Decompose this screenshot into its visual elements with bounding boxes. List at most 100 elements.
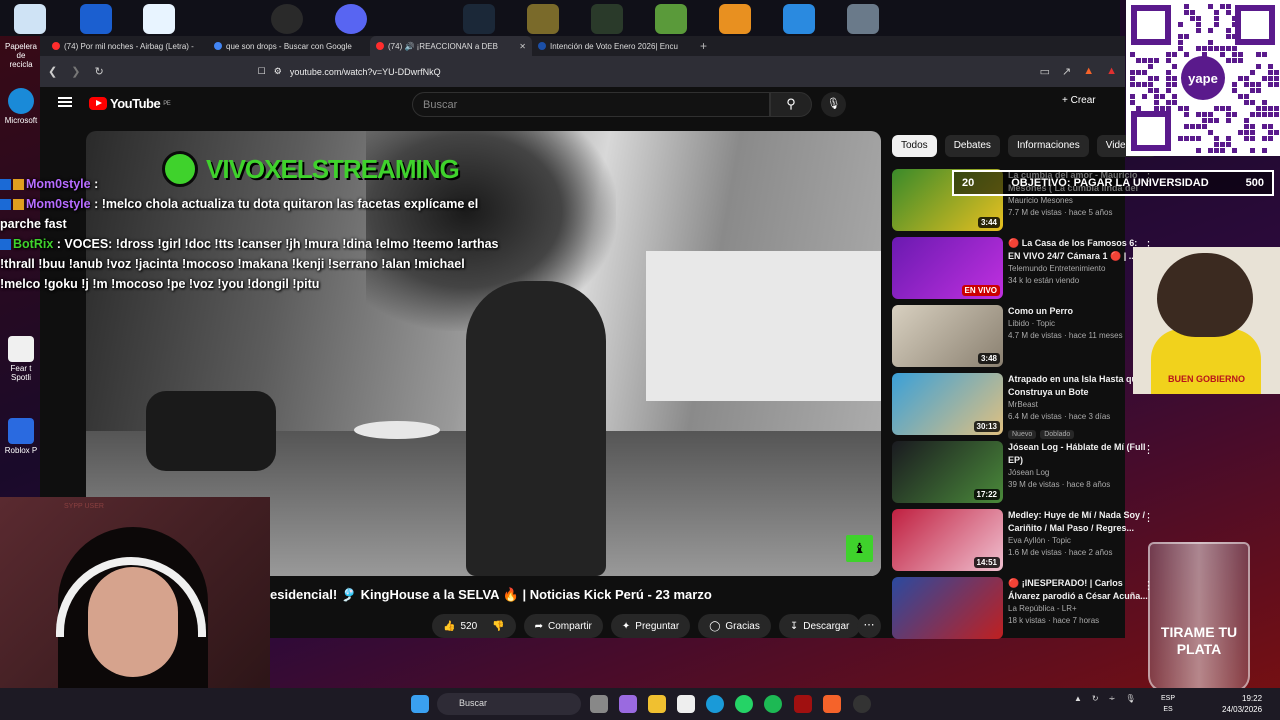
sync-icon[interactable]: ↻ bbox=[1092, 694, 1099, 703]
discord-icon[interactable] bbox=[335, 4, 367, 34]
browser-tab[interactable]: (74) Por mil noches - Airbag (Letra) - bbox=[46, 36, 208, 56]
whatsapp-icon[interactable] bbox=[735, 695, 753, 713]
brave-icon[interactable] bbox=[823, 695, 841, 713]
browser-tab[interactable]: que son drops - Buscar con Google bbox=[208, 36, 370, 56]
app-icon[interactable] bbox=[783, 4, 815, 34]
thumbs-up-icon: 👍 bbox=[443, 620, 456, 632]
browser-tab-active[interactable]: (74) 🔊 ¡REACCIONAN a DEB ✕ bbox=[370, 36, 532, 56]
dislike-icon[interactable]: 👎 bbox=[492, 621, 504, 632]
channel-badge-icon[interactable]: ♝ bbox=[846, 535, 873, 562]
channel-name[interactable]: Libido · Topic bbox=[1008, 318, 1148, 330]
channel-name[interactable]: Mauricio Mesones bbox=[1008, 195, 1148, 207]
game-icon[interactable] bbox=[527, 4, 559, 34]
cast-icon[interactable]: ▭ bbox=[1040, 65, 1050, 78]
channel-name[interactable]: MrBeast bbox=[1008, 399, 1148, 411]
browser-tab[interactable]: Intención de Voto Enero 2026| Encu bbox=[532, 36, 694, 56]
new-tab-button[interactable]: + bbox=[694, 39, 707, 53]
chip-todos[interactable]: Todos bbox=[892, 135, 937, 157]
desktop-icon-file[interactable]: Fear t Spotli bbox=[4, 336, 38, 382]
video-title[interactable]: Atrapado en una Isla Hasta que Construya… bbox=[1008, 373, 1148, 399]
microphone-icon[interactable]: 🎙 bbox=[1125, 694, 1135, 703]
recommended-video[interactable]: 17:22 Jósean Log - Háblate de Mí (Full EP… bbox=[892, 441, 1154, 509]
video-thumbnail[interactable]: 30:13 bbox=[892, 373, 1003, 435]
video-title[interactable]: Jósean Log - Háblate de Mí (Full EP) bbox=[1008, 441, 1148, 467]
recycle-bin-icon[interactable] bbox=[14, 4, 46, 34]
obs-icon[interactable] bbox=[853, 695, 871, 713]
more-options-icon[interactable]: ⋮ bbox=[1143, 511, 1154, 524]
desktop-icon-edge[interactable]: Microsoft bbox=[4, 88, 38, 125]
taskbar-search[interactable]: Buscar bbox=[437, 693, 581, 715]
share-icon[interactable]: ↗ bbox=[1062, 65, 1071, 78]
qr-cell bbox=[1208, 118, 1213, 123]
chip-informaciones[interactable]: Informaciones bbox=[1007, 135, 1089, 157]
qr-cell bbox=[1268, 82, 1273, 87]
edge-icon[interactable] bbox=[706, 695, 724, 713]
network-icon[interactable]: ∻ bbox=[1109, 694, 1116, 703]
reload-icon[interactable]: ↻ bbox=[94, 65, 103, 78]
store-icon[interactable] bbox=[677, 695, 695, 713]
taskbar-clock[interactable]: 19:22 24/03/2026 bbox=[1222, 693, 1262, 715]
minecraft-icon[interactable] bbox=[655, 4, 687, 34]
video-title[interactable]: Medley: Huye de Mí / Nada Soy / Cariñito… bbox=[1008, 509, 1148, 535]
recommended-video[interactable]: 14:51 Medley: Huye de Mí / Nada Soy / Car… bbox=[892, 509, 1154, 577]
copilot-icon[interactable] bbox=[619, 695, 637, 713]
video-thumbnail[interactable] bbox=[892, 577, 1003, 639]
share-button[interactable]: ➦ Compartir bbox=[523, 614, 603, 638]
channel-name[interactable]: Jósean Log bbox=[1008, 467, 1148, 479]
qr-cell bbox=[1226, 4, 1231, 9]
channel-name[interactable]: La República - LR+ bbox=[1008, 603, 1148, 615]
language-indicator[interactable]: ESP ES bbox=[1161, 693, 1175, 715]
bookmark-icon[interactable]: ☐ bbox=[258, 66, 266, 77]
file-explorer-icon[interactable] bbox=[648, 695, 666, 713]
like-button[interactable]: 👍 520 👎 bbox=[432, 614, 516, 638]
app-icon[interactable] bbox=[143, 4, 175, 34]
channel-name[interactable]: Telemundo Entretenimiento bbox=[1008, 263, 1148, 275]
more-options-icon[interactable]: ⋮ bbox=[1143, 443, 1154, 456]
recommended-video[interactable]: 🔴 ¡INESPERADO! | Carlos Álvarez parodió … bbox=[892, 577, 1154, 645]
app-icon[interactable] bbox=[80, 4, 112, 34]
game-icon[interactable] bbox=[719, 4, 751, 34]
thanks-label: Gracias bbox=[725, 620, 760, 632]
microphone-icon[interactable]: 🎙 bbox=[821, 92, 846, 117]
chevron-up-icon[interactable]: ▲ bbox=[1074, 694, 1082, 703]
qr-cell bbox=[1274, 106, 1279, 111]
rewards-icon[interactable]: ▲ bbox=[1106, 65, 1117, 78]
menu-icon[interactable] bbox=[58, 97, 72, 107]
back-arrow-icon[interactable]: ❮ bbox=[48, 65, 57, 78]
recommended-video[interactable]: 3:48 Como un Perro Libido · Topic 4.7 M de … bbox=[892, 305, 1154, 373]
thanks-button[interactable]: ◯ Gracias bbox=[698, 614, 771, 638]
desktop-icon-recycle[interactable]: Papelera de recicla bbox=[4, 40, 38, 69]
close-tab-icon[interactable]: ✕ bbox=[519, 42, 526, 51]
channel-name[interactable]: Eva Ayllón · Topic bbox=[1008, 535, 1148, 547]
windows-start-icon[interactable] bbox=[411, 695, 429, 713]
dota-icon[interactable] bbox=[794, 695, 812, 713]
video-title[interactable]: 🔴 ¡INESPERADO! | Carlos Álvarez parodió … bbox=[1008, 577, 1148, 603]
chip-debates[interactable]: Debates bbox=[944, 135, 1000, 157]
ask-button[interactable]: ✦ Preguntar bbox=[610, 614, 691, 638]
recommended-video[interactable]: EN VIVO 🔴 La Casa de los Famosos 6: EN VI… bbox=[892, 237, 1154, 305]
create-button[interactable]: + Crear bbox=[1062, 95, 1096, 106]
search-input[interactable]: Buscar bbox=[412, 92, 770, 117]
download-button[interactable]: ↧ Descargar bbox=[778, 614, 861, 638]
video-thumbnail[interactable]: 3:48 bbox=[892, 305, 1003, 367]
video-title[interactable]: 🔴 La Casa de los Famosos 6: EN VIVO 24/7… bbox=[1008, 237, 1148, 263]
spotify-icon[interactable] bbox=[764, 695, 782, 713]
video-title[interactable]: Como un Perro bbox=[1008, 305, 1148, 318]
search-icon[interactable]: ⚲ bbox=[770, 92, 812, 117]
desktop-icon-roblox[interactable]: Roblox P bbox=[4, 418, 38, 455]
recommended-video[interactable]: 30:13 Atrapado en una Isla Hasta que Cons… bbox=[892, 373, 1154, 441]
site-info-icon[interactable]: ⚙ bbox=[274, 66, 282, 77]
game-icon[interactable] bbox=[847, 4, 879, 34]
game-icon[interactable] bbox=[591, 4, 623, 34]
more-actions-icon[interactable]: ⋯ bbox=[857, 614, 881, 638]
video-thumbnail[interactable]: 14:51 bbox=[892, 509, 1003, 571]
brave-shield-icon[interactable]: ▲ bbox=[1083, 65, 1094, 78]
forward-arrow-icon[interactable]: ❯ bbox=[71, 65, 80, 78]
steam-icon[interactable] bbox=[463, 4, 495, 34]
video-thumbnail[interactable]: EN VIVO bbox=[892, 237, 1003, 299]
youtube-logo[interactable]: YouTube PE bbox=[89, 96, 171, 111]
url-field[interactable]: ☐ ⚙ youtube.com/watch?v=YU-DDwrfNkQ bbox=[258, 66, 441, 77]
task-view-icon[interactable] bbox=[590, 695, 608, 713]
video-thumbnail[interactable]: 17:22 bbox=[892, 441, 1003, 503]
obs-icon[interactable] bbox=[271, 4, 303, 34]
